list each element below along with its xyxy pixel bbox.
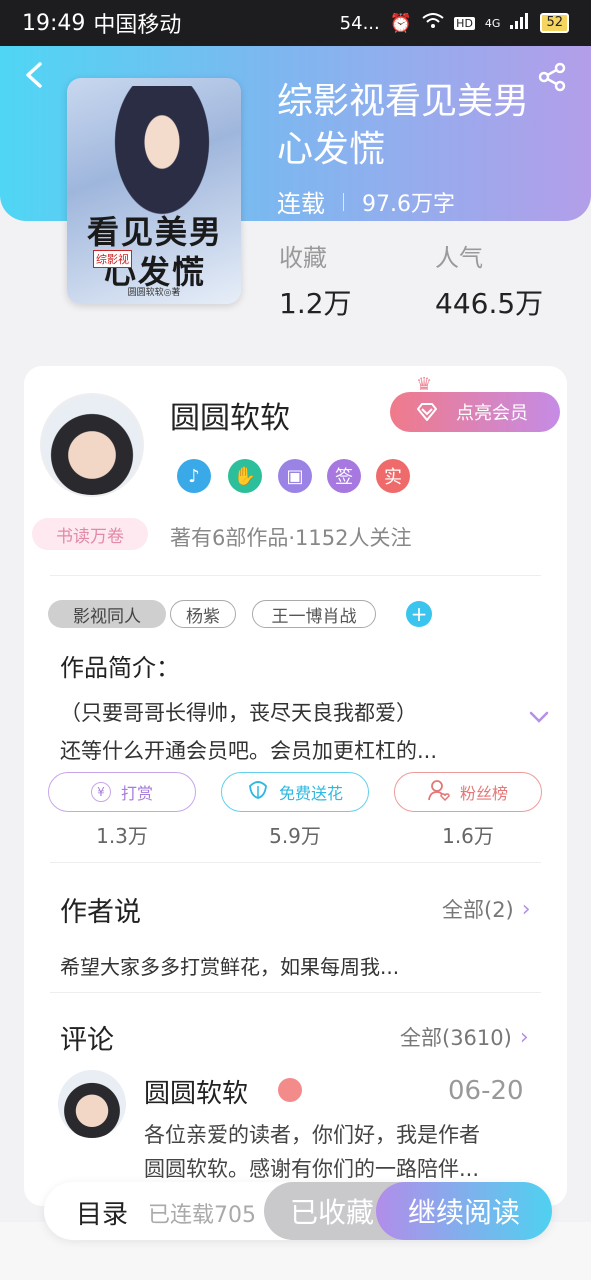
- tag-film-fanfic[interactable]: 影视同人: [48, 600, 166, 628]
- comment-author-name[interactable]: 圆圆软软: [144, 1073, 248, 1110]
- vip-label: 点亮会员: [456, 403, 528, 424]
- flower-count: 5.9万: [269, 824, 321, 848]
- battery-icon: 52: [540, 13, 569, 33]
- chevron-down-icon[interactable]: [528, 706, 550, 728]
- vip-button[interactable]: 点亮会员: [390, 392, 560, 432]
- author-avatar[interactable]: [40, 393, 144, 497]
- comments-see-all-label: 全部(3610): [400, 1026, 512, 1050]
- calendar-badge-icon[interactable]: ▣: [278, 459, 312, 493]
- status-carrier: 中国移动: [93, 13, 182, 38]
- comment-text[interactable]: 各位亲爱的读者，你们好，我是作者 圆圆软软。感谢有你们的一路陪伴...: [144, 1118, 524, 1186]
- intro-text: （只要哥哥长得帅，丧尽天良我都爱） 还等什么开通会员吧。会员加更杠杠的...: [60, 694, 518, 770]
- signal-icon: [510, 12, 530, 34]
- reward-button[interactable]: ¥ 打赏: [48, 772, 196, 812]
- author-says-see-all-label: 全部(2): [442, 898, 514, 922]
- cover-illustration: [107, 86, 217, 226]
- book-word-count: 97.6万字: [362, 191, 455, 217]
- comment-avatar[interactable]: [58, 1070, 126, 1138]
- comments-see-all[interactable]: 全部(3610) ›: [400, 1022, 529, 1052]
- sign-badge[interactable]: 签: [327, 459, 361, 493]
- chevron-right-icon: ›: [519, 1024, 529, 1050]
- status-bar: 19:49 中国移动 54... ⏰ HD 4G 52: [0, 0, 591, 46]
- intro-line-2: 还等什么开通会员吧。会员加更杠杠的...: [60, 739, 438, 763]
- tag-wang-yibo-xiao-zhan[interactable]: 王一博肖战: [252, 600, 376, 628]
- continue-reading-button[interactable]: 继续阅读: [376, 1182, 552, 1240]
- author-says-text[interactable]: 希望大家多多打赏鲜花，如果每周我...: [60, 951, 399, 980]
- intro-line-1: （只要哥哥长得帅，丧尽天良我都爱）: [60, 701, 417, 725]
- fans-count: 1.6万: [442, 824, 494, 848]
- status-icons: 54... ⏰ HD 4G 52: [339, 12, 569, 34]
- verified-badge[interactable]: 实: [376, 459, 410, 493]
- share-icon[interactable]: [537, 62, 567, 92]
- author-says-see-all[interactable]: 全部(2) ›: [442, 894, 531, 924]
- status-time: 19:49: [22, 10, 86, 36]
- meta-divider: [343, 192, 344, 211]
- comment-vip-badge-icon: [278, 1078, 302, 1102]
- tag-yang-zi[interactable]: 杨紫: [170, 600, 236, 628]
- divider: [50, 862, 541, 863]
- reward-count: 1.3万: [96, 824, 148, 848]
- comments-heading: 评论: [60, 1025, 114, 1056]
- music-badge-icon[interactable]: ♪: [177, 459, 211, 493]
- diamond-icon: [416, 401, 438, 423]
- hd-icon: HD: [454, 16, 475, 30]
- network-type: 4G: [484, 16, 501, 30]
- back-icon[interactable]: [20, 60, 50, 90]
- author-name[interactable]: 圆圆软软: [170, 393, 290, 437]
- add-tag-button[interactable]: +: [406, 601, 432, 627]
- book-meta: 连载 97.6万字: [277, 184, 455, 219]
- divider: [50, 575, 541, 576]
- reward-label: 打赏: [120, 784, 153, 803]
- book-title: 综影视看见美男心发慌: [277, 81, 530, 170]
- yuan-icon: ¥: [90, 782, 111, 802]
- comment-line-2: 圆圆软软。感谢有你们的一路陪伴...: [144, 1157, 480, 1181]
- popularity-value: 446.5万: [435, 287, 544, 320]
- comment-date: 06-20: [448, 1076, 524, 1106]
- flower-icon: [247, 780, 269, 804]
- network-speed: 54...: [339, 12, 380, 34]
- reading-badge: 书读万卷: [32, 518, 148, 550]
- chevron-right-icon: ›: [521, 896, 531, 922]
- author-summary: 著有6部作品·1152人关注: [170, 526, 412, 550]
- cover-author: 圆圆软软◎著: [127, 288, 181, 298]
- free-flower-button[interactable]: 免费送花: [221, 772, 369, 812]
- book-cover[interactable]: 看见美男心发慌 综影视 圆圆软软◎著: [67, 78, 241, 304]
- alarm-icon: ⏰: [389, 12, 413, 34]
- wifi-icon: [422, 12, 444, 34]
- fan-user-icon: [428, 779, 450, 805]
- divider: [50, 992, 541, 993]
- comment-line-1: 各位亲爱的读者，你们好，我是作者: [144, 1123, 480, 1147]
- toc-progress: 已连载705: [148, 1203, 256, 1228]
- flower-label: 免费送花: [278, 784, 343, 803]
- intro-heading: 作品简介：: [60, 654, 180, 682]
- author-says-heading: 作者说: [60, 897, 141, 928]
- book-status: 连载: [277, 190, 325, 218]
- table-of-contents-button[interactable]: 目录: [76, 1194, 128, 1231]
- fans-ranking-button[interactable]: 粉丝榜: [394, 772, 542, 812]
- favorites-label: 收藏: [279, 244, 327, 272]
- cover-seal: 综影视: [93, 250, 132, 268]
- favorites-value: 1.2万: [279, 287, 352, 320]
- popularity-label: 人气: [435, 244, 483, 272]
- handshake-badge-icon[interactable]: ✋: [228, 459, 262, 493]
- fans-label: 粉丝榜: [459, 784, 508, 803]
